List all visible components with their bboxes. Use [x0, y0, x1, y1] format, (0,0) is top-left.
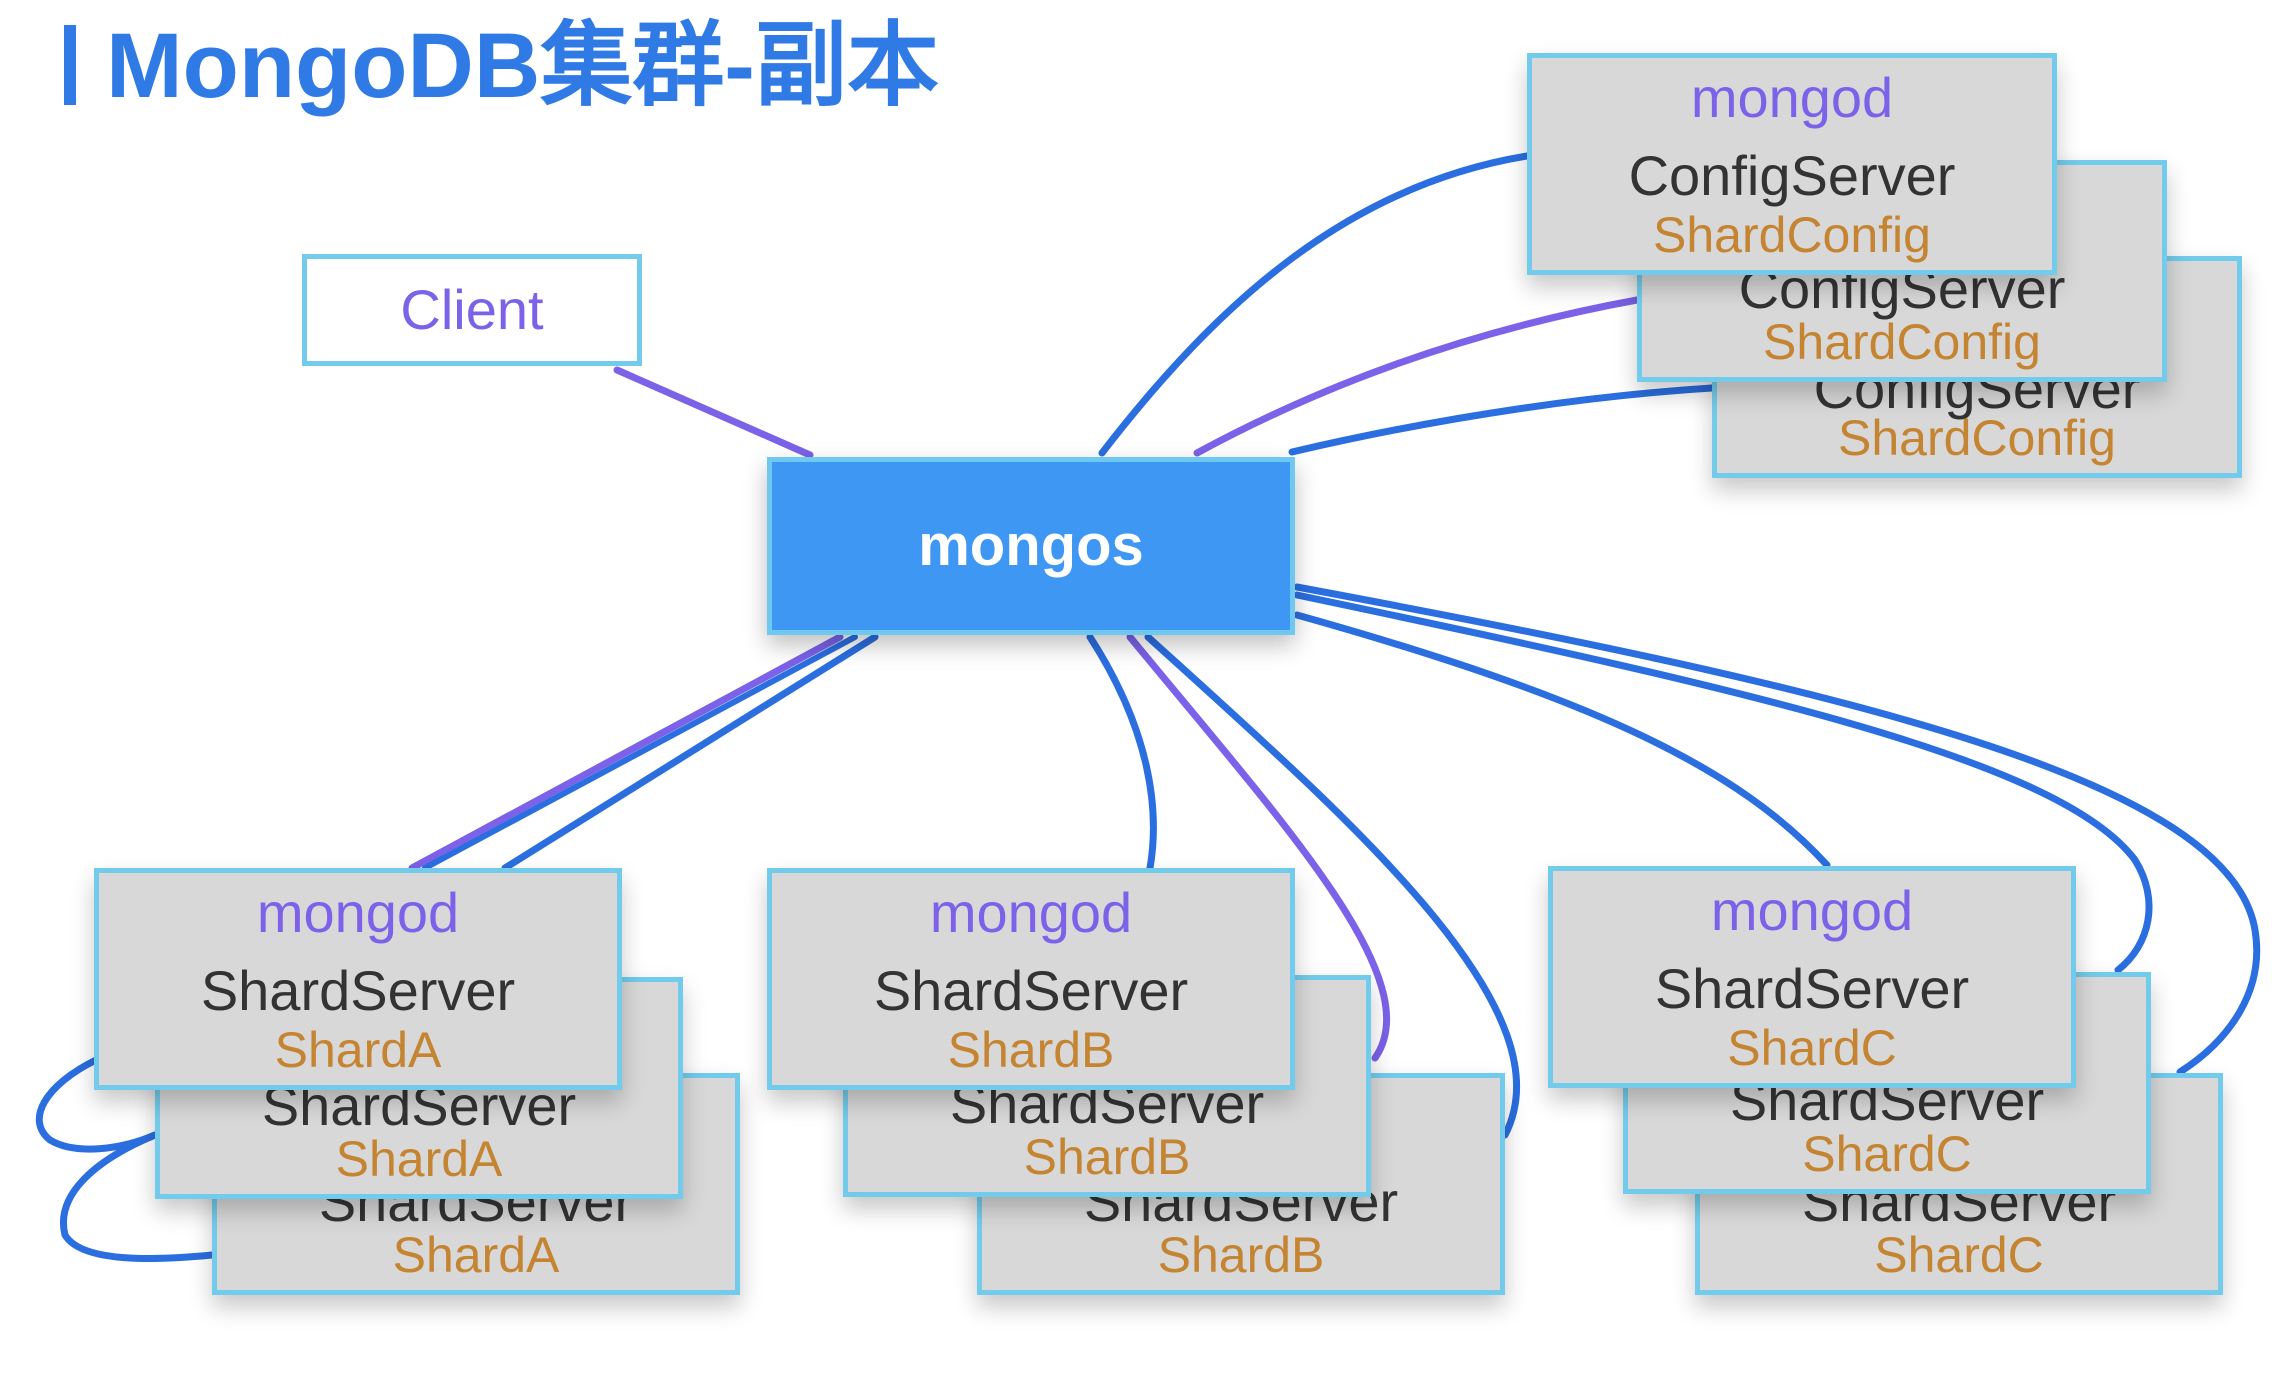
shard-a-primary: mongod ShardServer ShardA — [94, 868, 622, 1090]
client-label: Client — [400, 278, 544, 341]
shard-c-name: ShardC — [1727, 1020, 1897, 1076]
client-box: Client — [302, 254, 642, 366]
link-mongos-shard-b-1 — [1086, 633, 1157, 872]
mongos-label: mongos — [918, 513, 1144, 578]
shard-a-role: ShardServer — [200, 959, 516, 1022]
link-mongos-shard-a-1 — [408, 633, 844, 872]
link-mongos-config-2 — [1193, 296, 1641, 457]
shard-b-process: mongod — [929, 881, 1133, 944]
shard-a-replica-2-name: ShardA — [335, 1131, 503, 1187]
config-server-process: mongod — [1690, 66, 1894, 129]
shard-b-replica-3-name: ShardB — [1157, 1227, 1325, 1283]
shard-c-process: mongod — [1710, 879, 1914, 942]
shard-b-name: ShardB — [947, 1022, 1115, 1078]
mongos-router: mongos — [767, 457, 1295, 635]
shard-a-name: ShardA — [274, 1022, 442, 1078]
shard-c-replica-3-name: ShardC — [1874, 1227, 2044, 1283]
shard-b-role: ShardServer — [873, 959, 1189, 1022]
config-server-name: ShardConfig — [1653, 207, 1931, 263]
shard-b-primary: mongod ShardServer ShardB — [767, 868, 1295, 1090]
shard-b-replica-2-name: ShardB — [1023, 1129, 1191, 1185]
shard-c-role: ShardServer — [1654, 957, 1970, 1020]
shard-a-replica-3-name: ShardA — [392, 1227, 560, 1283]
link-client-mongos — [613, 366, 814, 459]
shard-c-primary: mongod ShardServer ShardC — [1548, 866, 2076, 1088]
link-mongos-config-1 — [1098, 152, 1531, 457]
shard-c-replica-2-name: ShardC — [1802, 1126, 1972, 1182]
config-server-primary: mongod ConfigServer ShardConfig — [1527, 53, 2057, 275]
config-server-replica-2-name: ShardConfig — [1763, 314, 2041, 370]
shard-a-process: mongod — [256, 881, 460, 944]
link-mongos-shard-a-2 — [422, 634, 858, 871]
link-mongos-shard-a-3 — [501, 633, 879, 872]
config-server-replica-3-name: ShardConfig — [1838, 410, 2116, 466]
link-mongos-config-3 — [1288, 384, 1716, 456]
config-server-role: ConfigServer — [1628, 144, 1956, 207]
